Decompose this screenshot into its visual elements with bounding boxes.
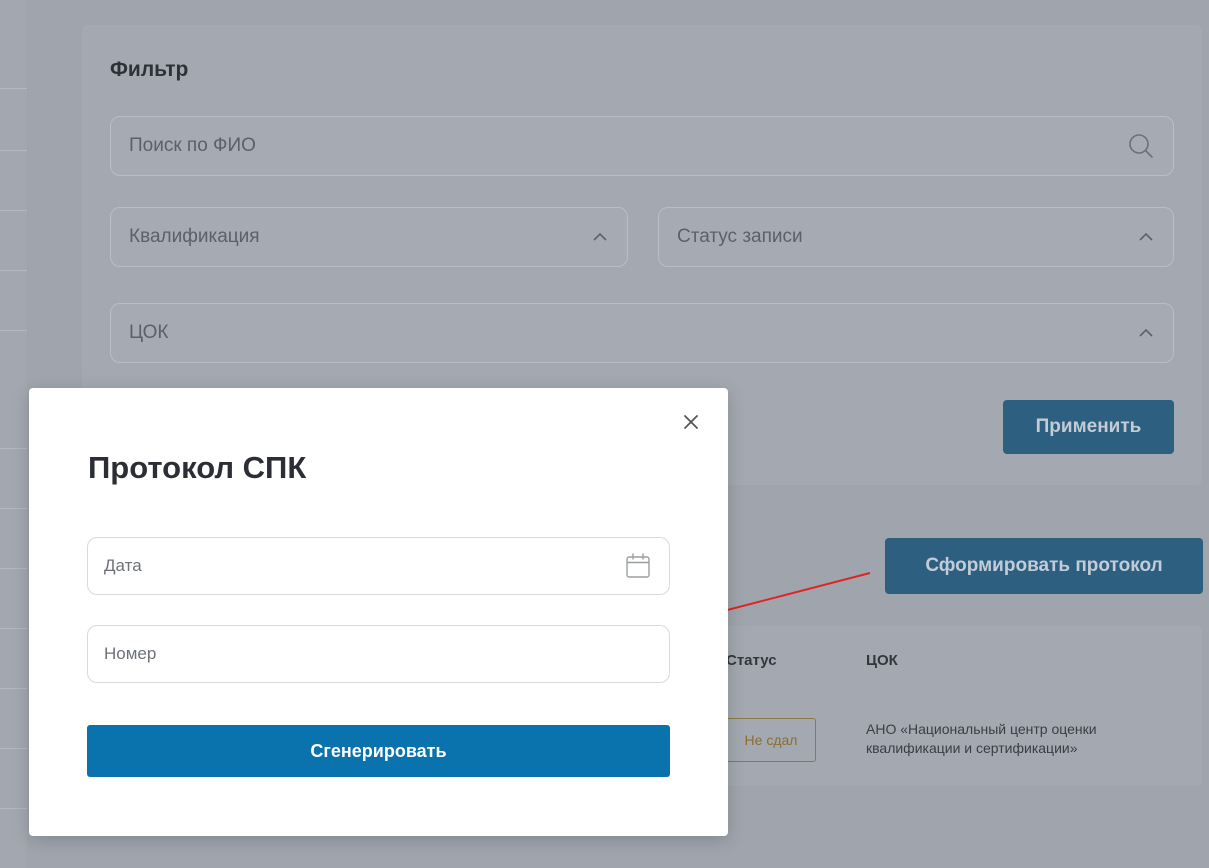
sidebar-divider [0,210,27,211]
sidebar-divider [0,808,27,809]
generate-button[interactable]: Сгенерировать [87,725,670,777]
chevron-up-icon [1139,232,1153,241]
record-status-label: Статус записи [677,226,803,247]
filter-title: Фильтр [110,58,189,81]
sidebar-divider [0,748,27,749]
sidebar-divider [0,448,27,449]
sidebar-divider [0,330,27,331]
close-icon [684,415,698,429]
sidebar-divider [0,270,27,271]
chevron-up-icon [1139,328,1153,337]
chevron-up-icon [593,232,607,241]
cok-cell: АНО «Национальный центр оценки квалифика… [866,721,1097,756]
modal-title: Протокол СПК [88,450,307,485]
sidebar-divider [0,508,27,509]
qualification-label: Квалификация [129,226,260,247]
sidebar-divider [0,88,27,89]
number-field[interactable] [87,625,670,683]
apply-button[interactable]: Применить [1003,400,1174,454]
cok-label: ЦОК [129,322,169,343]
search-placeholder: Поиск по ФИО [129,135,256,156]
sidebar-divider [0,150,27,151]
date-field[interactable] [87,537,670,595]
left-sidebar [0,0,27,868]
status-badge: Не сдал [726,718,816,762]
date-input[interactable] [88,538,669,594]
cok-select[interactable]: ЦОК [110,303,1174,363]
column-header-status: Статус [726,652,777,669]
sidebar-divider [0,688,27,689]
qualification-select[interactable]: Квалификация [110,207,628,267]
record-status-select[interactable]: Статус записи [658,207,1174,267]
sidebar-divider [0,568,27,569]
calendar-icon[interactable] [623,551,653,581]
number-input[interactable] [88,626,669,682]
close-button[interactable] [679,410,703,434]
search-icon[interactable] [1127,132,1155,160]
sidebar-divider [0,628,27,629]
protocol-modal: Протокол СПК Сгенерировать [29,388,728,836]
generate-protocol-button[interactable]: Сформировать протокол [885,538,1203,594]
column-header-cok: ЦОК [866,652,898,669]
search-input[interactable]: Поиск по ФИО [110,116,1174,176]
